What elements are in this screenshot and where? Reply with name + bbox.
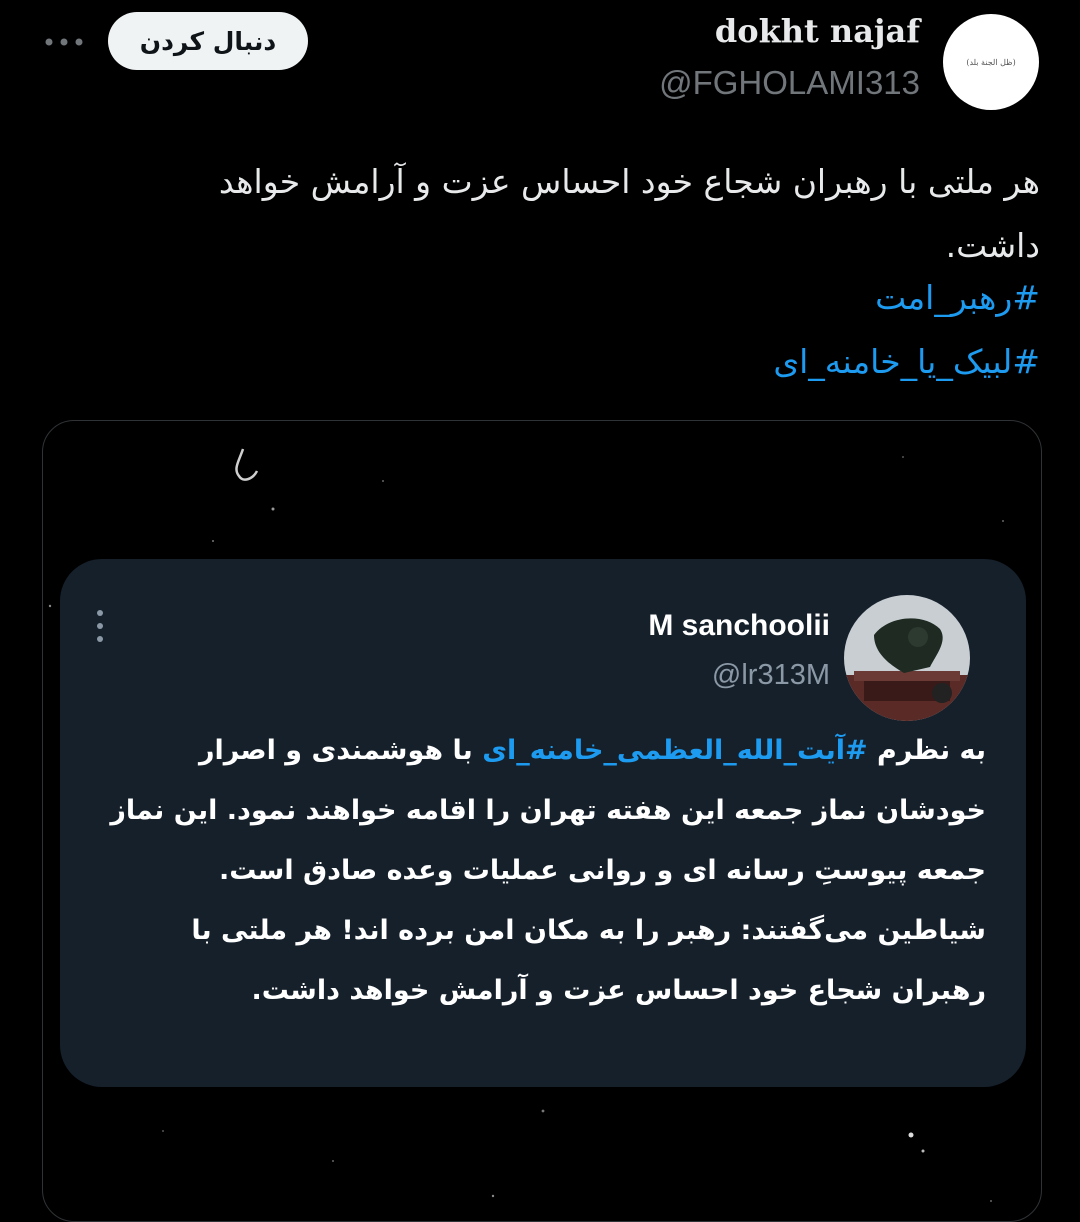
quoted-tweet-card: M sanchoolii @lr313M به نظرم #آیت_الله_ا… bbox=[60, 559, 1026, 1087]
more-vertical-icon bbox=[97, 610, 103, 642]
tweet-text: هر ملتی با رهبران شجاع خود احساس عزت و آ… bbox=[218, 162, 1040, 265]
hashtag-link[interactable]: #لبیک_یا_خامنه_ای bbox=[773, 342, 1040, 381]
quoted-text-after: با هوشمندی و اصرار خودشان نماز جمعه این … bbox=[110, 735, 986, 1006]
author-avatar[interactable]: (ظل الجنة بلد) bbox=[943, 14, 1039, 110]
hashtag-link[interactable]: #رهبر_امت bbox=[875, 278, 1040, 317]
author-display-name[interactable]: dokht najaf bbox=[715, 12, 920, 50]
more-horizontal-icon bbox=[45, 38, 83, 46]
avatar-calligraphy: (ظل الجنة بلد) bbox=[966, 57, 1016, 67]
quoted-text-before: به نظرم bbox=[867, 735, 986, 766]
tweet-media-image[interactable]: M sanchoolii @lr313M به نظرم #آیت_الله_ا… bbox=[42, 420, 1042, 1222]
quoted-tweet-text: به نظرم #آیت_الله_العظمی_خامنه_ای با هوش… bbox=[106, 721, 986, 1021]
author-handle[interactable]: @FGHOLAMI313 bbox=[659, 64, 920, 102]
quoted-author-name: M sanchoolii bbox=[648, 609, 830, 642]
more-options-button[interactable] bbox=[40, 28, 88, 56]
quoted-author-handle: @lr313M bbox=[711, 659, 830, 691]
follow-button[interactable]: دنبال کردن bbox=[108, 12, 308, 70]
quoted-hashtag: #آیت_الله_العظمی_خامنه_ای bbox=[482, 735, 868, 766]
quoted-author-avatar bbox=[844, 595, 970, 721]
